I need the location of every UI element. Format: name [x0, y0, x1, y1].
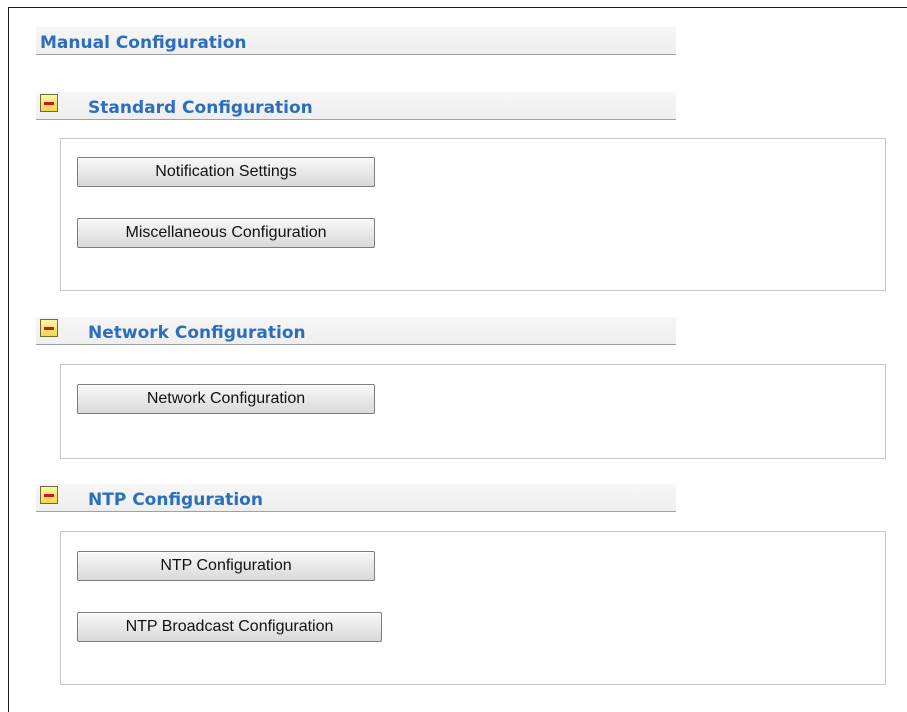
standard-configuration-header: Standard Configuration	[36, 92, 676, 120]
notification-settings-button[interactable]: Notification Settings	[77, 157, 375, 187]
ntp-broadcast-configuration-button[interactable]: NTP Broadcast Configuration	[77, 612, 382, 642]
section-title-standard: Standard Configuration	[88, 98, 313, 118]
network-configuration-header: Network Configuration	[36, 317, 676, 345]
minus-icon[interactable]	[40, 486, 58, 504]
ntp-configuration-header: NTP Configuration	[36, 484, 676, 512]
network-configuration-panel: Network Configuration	[60, 364, 886, 459]
ntp-configuration-button[interactable]: NTP Configuration	[77, 551, 375, 581]
section-title-ntp: NTP Configuration	[88, 490, 263, 510]
minus-icon[interactable]	[40, 94, 58, 112]
manual-configuration-header: Manual Configuration	[36, 27, 676, 55]
ntp-configuration-panel: NTP Configuration NTP Broadcast Configur…	[60, 531, 886, 685]
standard-configuration-panel: Notification Settings Miscellaneous Conf…	[60, 138, 886, 291]
miscellaneous-configuration-button[interactable]: Miscellaneous Configuration	[77, 218, 375, 248]
minus-icon[interactable]	[40, 319, 58, 337]
page-title: Manual Configuration	[40, 33, 247, 53]
network-configuration-button[interactable]: Network Configuration	[77, 384, 375, 414]
section-title-network: Network Configuration	[88, 323, 306, 343]
